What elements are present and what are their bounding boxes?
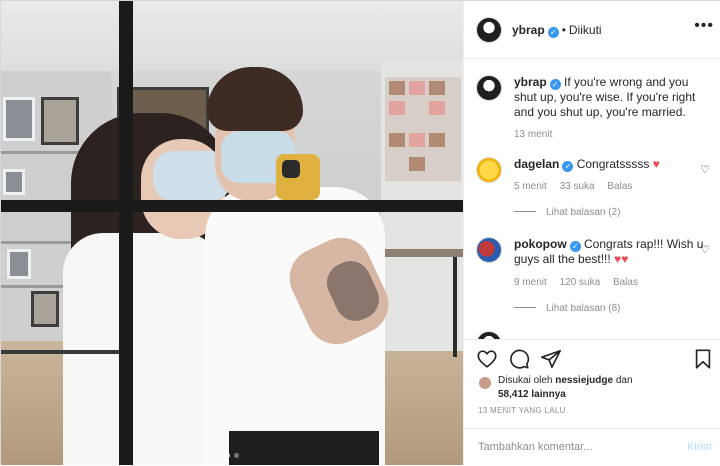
comment-likes[interactable]: 120 suka <box>560 277 601 288</box>
caption-time[interactable]: 13 menit <box>514 129 552 140</box>
commenter-username[interactable]: pokopow <box>514 237 567 251</box>
comment-meta: 5 menit 33 suka Balas <box>514 181 642 192</box>
view-replies-button[interactable]: Lihat balasan (8) <box>514 303 621 314</box>
commenter-username[interactable]: dagelan <box>514 157 559 171</box>
verified-icon: ✓ <box>547 27 559 38</box>
post-side-panel: ybrap ✓ • Diikuti ••• ybrap ✓ If you're wron… <box>463 1 720 465</box>
caption-meta: 13 menit <box>514 129 562 140</box>
photo-frame-6 <box>31 291 59 327</box>
next-commenter-avatar[interactable] <box>476 331 502 339</box>
comment-reply-button[interactable]: Balas <box>613 277 638 288</box>
comment-like-heart-icon[interactable]: ♡ <box>700 243 710 256</box>
author-avatar[interactable] <box>476 17 502 43</box>
photo-frame-4 <box>3 169 25 195</box>
verified-icon: ✓ <box>569 241 581 252</box>
replies-divider <box>514 211 536 212</box>
poster-tile <box>409 157 425 171</box>
liker-avatar[interactable] <box>478 376 492 390</box>
photo-desk <box>373 249 463 257</box>
comment-row: dagelan ✓ Congratsssss ♥ ♡ 5 menit 33 suk… <box>476 157 714 227</box>
comments-list[interactable]: ybrap ✓ If you're wrong and you shut up, … <box>464 59 720 339</box>
likes-text: Disukai oleh nessiejudge dan 58,412 lain… <box>498 374 678 402</box>
view-replies-label: Lihat balasan (2) <box>546 207 621 218</box>
poster-tile <box>389 133 405 147</box>
add-comment-bar: Tambahkan komentar... Kirim <box>464 428 720 466</box>
photo-frame-2 <box>41 97 79 145</box>
comment-time[interactable]: 9 menit <box>514 277 547 288</box>
post-photo[interactable] <box>1 1 463 465</box>
poster-tile <box>389 101 405 115</box>
photo-window-mullion-horizontal <box>1 200 463 212</box>
caption-row: ybrap ✓ If you're wrong and you shut up, … <box>476 75 714 155</box>
comment-time[interactable]: 5 menit <box>514 181 547 192</box>
instagram-post-modal: ybrap ✓ • Diikuti ••• ybrap ✓ If you're wron… <box>0 0 720 465</box>
follow-status[interactable]: Diikuti <box>569 23 602 37</box>
carousel-dot <box>225 453 230 458</box>
likes-others-count[interactable]: 58,412 lainnya <box>498 389 566 400</box>
poster-tile <box>429 81 445 95</box>
red-heart-emoji: ♥ <box>652 157 660 171</box>
more-icon[interactable]: ••• <box>694 17 714 35</box>
caption-text-block: ybrap ✓ If you're wrong and you shut up, … <box>514 75 704 120</box>
poster-tile <box>409 81 425 95</box>
comment-text-block: pokopow ✓ Congrats rap!!! Wish u guys all… <box>514 237 704 267</box>
comment-likes[interactable]: 33 suka <box>560 181 595 192</box>
share-icon[interactable] <box>540 348 562 370</box>
liked-by-user[interactable]: nessiejudge <box>555 375 613 386</box>
carousel-dot <box>234 453 239 458</box>
bookmark-icon[interactable] <box>692 348 714 370</box>
author-avatar[interactable] <box>476 75 502 101</box>
replies-divider <box>514 307 536 308</box>
photo-window-rail <box>1 350 119 354</box>
verified-icon: ✓ <box>562 161 574 172</box>
comment-like-heart-icon[interactable]: ♡ <box>700 163 710 176</box>
photo-frame-5 <box>7 249 31 279</box>
comment-icon[interactable] <box>508 348 530 370</box>
photo-phone <box>276 154 320 200</box>
poster-tile <box>429 101 445 115</box>
photo-person-a-shirt <box>63 233 223 465</box>
comment-meta: 9 menit 120 suka Balas <box>514 277 648 288</box>
caption-username[interactable]: ybrap <box>514 75 547 89</box>
comment-text: Congratsssss <box>576 157 650 171</box>
comment-input[interactable]: Tambahkan komentar... <box>478 441 592 453</box>
post-actions: Disukai oleh nessiejudge dan 58,412 lain… <box>464 339 720 465</box>
liked-by-prefix: Disukai oleh <box>498 375 553 386</box>
view-replies-label: Lihat balasan (8) <box>546 303 621 314</box>
commenter-avatar[interactable] <box>476 157 502 183</box>
view-replies-button[interactable]: Lihat balasan (2) <box>514 207 621 218</box>
post-timestamp[interactable]: 13 MENIT YANG LALU <box>478 406 566 415</box>
heart-icon[interactable] <box>476 348 498 370</box>
author-username[interactable]: ybrap <box>512 23 545 37</box>
photo-desk-leg <box>453 257 457 357</box>
photo-person-b-hair <box>207 67 303 131</box>
poster-tile <box>429 133 445 147</box>
verified-icon: ✓ <box>549 79 561 90</box>
commenter-avatar[interactable] <box>476 237 502 263</box>
comment-reply-button[interactable]: Balas <box>607 181 632 192</box>
comment-row: pokopow ✓ Congrats rap!!! Wish u guys all… <box>476 237 714 327</box>
author-line: ybrap ✓ • Diikuti <box>512 23 602 38</box>
comment-text-block: dagelan ✓ Congratsssss ♥ <box>514 157 704 172</box>
separator-dot: • <box>561 23 566 37</box>
photo-poster <box>385 77 461 181</box>
photo-window-mullion-vertical <box>119 1 133 465</box>
red-heart-emoji: ♥ <box>621 252 629 266</box>
poster-tile <box>389 81 405 95</box>
poster-tile <box>409 133 425 147</box>
photo-person-b-pants <box>229 431 379 465</box>
photo-phone-camera <box>282 160 300 178</box>
photo-frame-1 <box>3 97 35 141</box>
liked-by-connector: dan <box>615 375 633 386</box>
post-header: ybrap ✓ • Diikuti ••• <box>464 1 720 59</box>
post-comment-button[interactable]: Kirim <box>687 441 712 453</box>
